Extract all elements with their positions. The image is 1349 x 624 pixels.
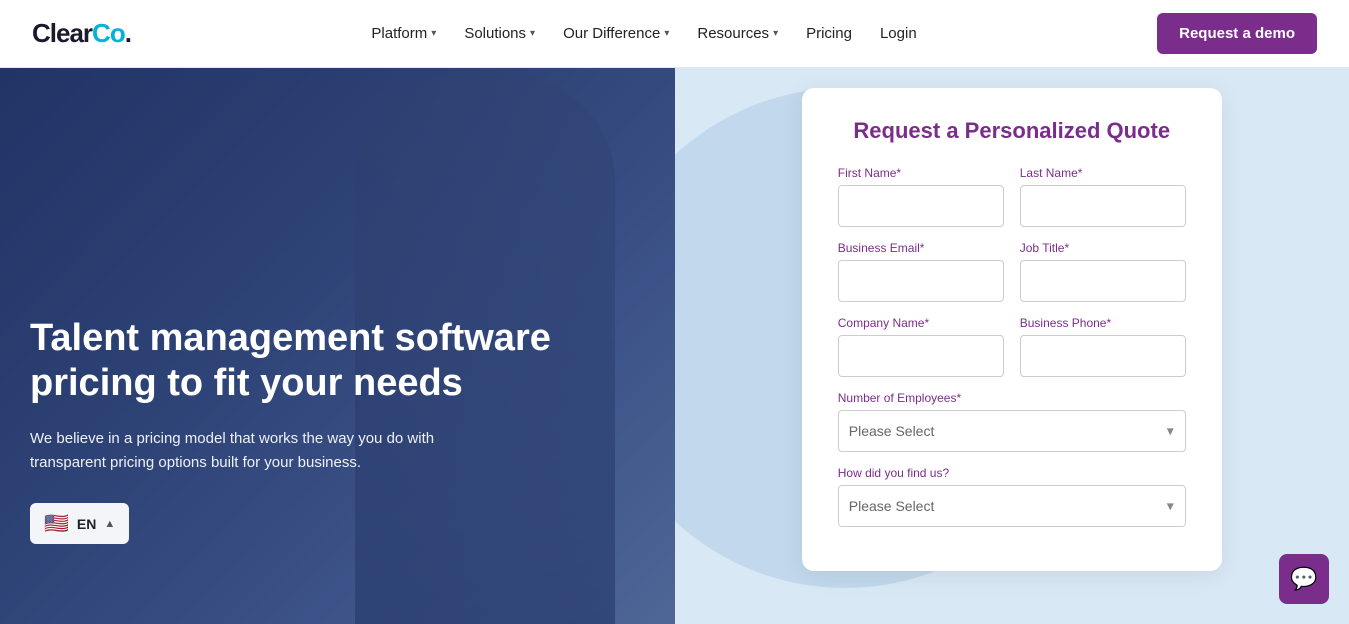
nav-login[interactable]: Login xyxy=(880,25,917,42)
header: ClearCo. Platform ▾ Solutions ▾ Our Diff… xyxy=(0,0,1349,68)
business-email-required: * xyxy=(920,241,925,255)
solutions-chevron-icon: ▾ xyxy=(530,28,535,39)
company-name-label: Company Name* xyxy=(838,316,1004,330)
form-group-business-email: Business Email* xyxy=(838,241,1004,302)
business-phone-label: Business Phone* xyxy=(1020,316,1186,330)
chat-button[interactable]: 💬 xyxy=(1279,554,1329,604)
form-group-how-find: How did you find us? Please Select Searc… xyxy=(838,466,1186,527)
business-email-input[interactable] xyxy=(838,260,1004,302)
nav-platform[interactable]: Platform ▾ xyxy=(371,25,436,42)
logo-clear: Clear xyxy=(32,18,92,49)
last-name-label: Last Name* xyxy=(1020,166,1186,180)
job-title-required: * xyxy=(1064,241,1069,255)
right-panel: Request a Personalized Quote First Name*… xyxy=(675,68,1349,624)
job-title-input[interactable] xyxy=(1020,260,1186,302)
how-find-label: How did you find us? xyxy=(838,466,1186,480)
job-title-label: Job Title* xyxy=(1020,241,1186,255)
lang-code: EN xyxy=(77,516,96,532)
first-name-required: * xyxy=(896,166,901,180)
form-row-name: First Name* Last Name* xyxy=(838,166,1186,227)
last-name-required: * xyxy=(1078,166,1083,180)
hero-section: Talent management software pricing to fi… xyxy=(0,68,675,624)
form-row-how-find: How did you find us? Please Select Searc… xyxy=(838,466,1186,527)
nav-solutions[interactable]: Solutions ▾ xyxy=(464,25,535,42)
our-difference-chevron-icon: ▾ xyxy=(664,28,669,39)
business-email-label: Business Email* xyxy=(838,241,1004,255)
company-name-input[interactable] xyxy=(838,335,1004,377)
employees-select-wrapper: Please Select 1–10 11–50 51–200 201–500 … xyxy=(838,410,1186,452)
form-group-job-title: Job Title* xyxy=(1020,241,1186,302)
nav-platform-label: Platform xyxy=(371,25,427,42)
form-group-business-phone: Business Phone* xyxy=(1020,316,1186,377)
flag-icon: 🇺🇸 xyxy=(44,511,69,536)
nav-resources-label: Resources xyxy=(697,25,769,42)
chat-icon: 💬 xyxy=(1290,566,1317,592)
first-name-label: First Name* xyxy=(838,166,1004,180)
nav-resources[interactable]: Resources ▾ xyxy=(697,25,778,42)
resources-chevron-icon: ▾ xyxy=(773,28,778,39)
business-phone-input[interactable] xyxy=(1020,335,1186,377)
hero-title: Talent management software pricing to fi… xyxy=(30,316,625,407)
logo-dot: . xyxy=(125,18,131,49)
first-name-input[interactable] xyxy=(838,185,1004,227)
form-group-company-name: Company Name* xyxy=(838,316,1004,377)
form-group-last-name: Last Name* xyxy=(1020,166,1186,227)
nav-solutions-label: Solutions xyxy=(464,25,526,42)
hero-content: Talent management software pricing to fi… xyxy=(0,68,675,624)
logo-co: Co xyxy=(92,18,125,49)
employees-label: Number of Employees* xyxy=(838,391,1186,405)
quote-form-card: Request a Personalized Quote First Name*… xyxy=(802,88,1222,571)
lang-chevron-icon: ▲ xyxy=(104,518,115,530)
how-find-select-wrapper: Please Select Search Engine Social Media… xyxy=(838,485,1186,527)
nav-pricing[interactable]: Pricing xyxy=(806,25,852,42)
language-selector[interactable]: 🇺🇸 EN ▲ xyxy=(30,503,129,544)
hero-subtitle: We believe in a pricing model that works… xyxy=(30,427,510,475)
how-find-select[interactable]: Please Select Search Engine Social Media… xyxy=(838,485,1186,527)
form-row-employees: Number of Employees* Please Select 1–10 … xyxy=(838,391,1186,452)
employees-required: * xyxy=(956,391,961,405)
company-name-required: * xyxy=(924,316,929,330)
form-group-first-name: First Name* xyxy=(838,166,1004,227)
form-title: Request a Personalized Quote xyxy=(838,118,1186,144)
request-demo-button[interactable]: Request a demo xyxy=(1157,13,1317,54)
business-phone-required: * xyxy=(1106,316,1111,330)
form-group-employees: Number of Employees* Please Select 1–10 … xyxy=(838,391,1186,452)
platform-chevron-icon: ▾ xyxy=(431,28,436,39)
last-name-input[interactable] xyxy=(1020,185,1186,227)
main-nav: Platform ▾ Solutions ▾ Our Difference ▾ … xyxy=(371,25,916,42)
form-row-email-title: Business Email* Job Title* xyxy=(838,241,1186,302)
logo[interactable]: ClearCo. xyxy=(32,18,131,49)
main-layout: Talent management software pricing to fi… xyxy=(0,68,1349,624)
employees-select[interactable]: Please Select 1–10 11–50 51–200 201–500 … xyxy=(838,410,1186,452)
nav-our-difference[interactable]: Our Difference ▾ xyxy=(563,25,669,42)
form-row-company-phone: Company Name* Business Phone* xyxy=(838,316,1186,377)
nav-our-difference-label: Our Difference xyxy=(563,25,660,42)
